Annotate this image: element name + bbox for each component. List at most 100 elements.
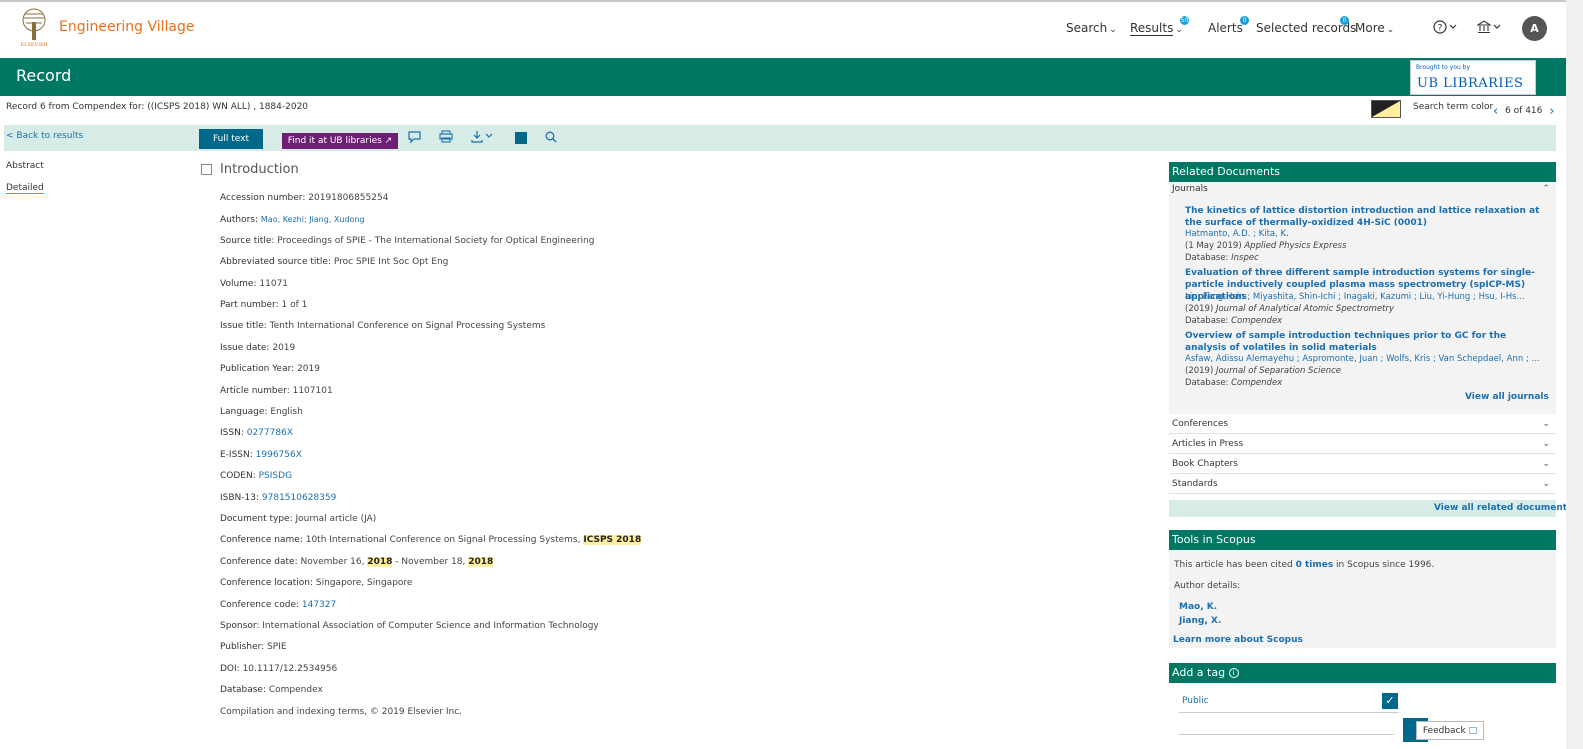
ub-libraries-logo[interactable]: Brought to you by UB LIBRARIES <box>1410 60 1536 95</box>
search-term-highlight: 2018 <box>367 557 393 567</box>
save-to-folder-icon[interactable] <box>515 132 527 144</box>
related-doc-authors[interactable]: Hatmanto, A.D. ; Kita, K. <box>1185 229 1545 239</box>
elsevier-tree-logo[interactable]: ELSEVIER <box>16 8 52 48</box>
download-icon[interactable] <box>471 130 497 143</box>
related-doc-source: (2019) Journal of Analytical Atomic Spec… <box>1185 304 1395 314</box>
scopus-author-link[interactable]: Mao, K. <box>1179 602 1217 612</box>
next-record-icon[interactable]: › <box>1549 104 1554 119</box>
search-term-highlight: ICSPS 2018 <box>583 535 642 545</box>
field-part-number: Part number: 1 of 1 <box>220 300 308 310</box>
field-database: Database: Compendex <box>220 685 323 695</box>
field-abbr-source: Abbreviated source title: Proc SPIE Int … <box>220 257 449 267</box>
cited-times-link[interactable]: 0 times <box>1296 560 1334 570</box>
feedback-button[interactable]: Feedback □ <box>1416 721 1484 740</box>
field-publication-year: Publication Year: 2019 <box>220 364 320 374</box>
field-conference-location: Conference location: Singapore, Singapor… <box>220 578 413 588</box>
checkmark-icon[interactable]: ✓ <box>1382 693 1398 709</box>
field-eissn: E-ISSN: 1996756X <box>220 450 302 460</box>
results-count-badge: 50 <box>1180 16 1189 25</box>
svg-text:ELSEVIER: ELSEVIER <box>20 42 47 48</box>
scopus-cited-text: This article has been cited 0 times in S… <box>1174 560 1435 570</box>
field-isbn: ISBN-13: 9781510628359 <box>220 493 337 503</box>
field-authors: Authors: Mao, Kezhi; Jiang, Xudong <box>220 215 365 225</box>
page-title: Record <box>16 66 72 85</box>
user-avatar[interactable]: A <box>1522 16 1547 41</box>
related-doc-authors[interactable]: Lin, Fang-Hsin ; Miyashita, Shin-Ichi ; … <box>1185 292 1545 302</box>
issn-link[interactable]: 0277786X <box>247 428 293 438</box>
coden-link[interactable]: PSISDG <box>259 471 292 481</box>
related-doc-title[interactable]: Overview of sample introduction techniqu… <box>1185 330 1545 354</box>
field-conference-date: Conference date: November 16, 2018 - Nov… <box>220 557 494 567</box>
page-scrollbar[interactable] <box>1566 0 1583 749</box>
institution-icon[interactable] <box>1477 20 1503 34</box>
related-doc-database: Database: Compendex <box>1185 378 1283 388</box>
field-document-type: Document type: Journal article (JA) <box>220 514 377 524</box>
field-source-title: Source title: Proceedings of SPIE - The … <box>220 236 595 246</box>
book-chapters-accordion[interactable]: Book Chapters ⌄ <box>1169 454 1556 474</box>
learn-more-scopus-link[interactable]: Learn more about Scopus <box>1173 635 1303 645</box>
record-pager: ‹ 6 of 416 › <box>1493 104 1554 119</box>
related-doc-authors[interactable]: Asfaw, Adissu Alemayehu ; Aspromonte, Ju… <box>1185 354 1545 364</box>
chevron-down-icon: ⌄ <box>1542 419 1550 429</box>
nav-results[interactable]: Results ⌄ <box>1130 21 1183 36</box>
field-sponsor: Sponsor: International Association of Co… <box>220 621 599 631</box>
chevron-up-icon: ⌃ <box>1542 184 1550 194</box>
top-header: ELSEVIER Engineering Village Search ⌄ Res… <box>0 0 1583 58</box>
authors-link[interactable]: Mao, Kezhi; Jiang, Xudong <box>261 215 365 224</box>
print-icon[interactable] <box>439 130 453 143</box>
divider <box>1179 734 1394 735</box>
select-record-checkbox[interactable] <box>201 164 212 175</box>
find-it-button[interactable]: Find it at UB libraries ↗ <box>282 133 398 149</box>
conferences-accordion[interactable]: Conferences ⌄ <box>1169 414 1556 434</box>
help-icon[interactable]: ? <box>1433 20 1459 34</box>
isbn-link[interactable]: 9781510628359 <box>262 493 336 503</box>
tab-detailed[interactable]: Detailed <box>6 183 44 194</box>
search-term-color-label: Search term color <box>1413 102 1494 112</box>
comment-icon[interactable] <box>408 131 421 143</box>
comment-icon: □ <box>1468 726 1478 736</box>
related-documents-heading: Related Documents <box>1169 162 1556 182</box>
chevron-down-icon: ⌄ <box>1542 439 1550 449</box>
record-search-summary: Record 6 from Compendex for: ((ICSPS 201… <box>6 102 309 112</box>
nav-more[interactable]: More ⌄ <box>1355 21 1394 35</box>
field-doi: DOI: 10.1117/12.2534956 <box>220 664 338 674</box>
field-accession: Accession number: 20191806855254 <box>220 193 389 203</box>
related-doc-database: Database: Compendex <box>1185 316 1283 326</box>
record-position: 6 of 416 <box>1505 106 1543 116</box>
view-all-journals-link[interactable]: View all journals <box>1465 392 1549 402</box>
scopus-author-link[interactable]: Jiang, X. <box>1179 616 1221 626</box>
field-publisher: Publisher: SPIE <box>220 642 287 652</box>
previous-record-icon[interactable]: ‹ <box>1493 104 1498 119</box>
related-doc-database: Database: Inspec <box>1185 253 1259 263</box>
field-coden: CODEN: PSISDG <box>220 471 293 481</box>
eissn-link[interactable]: 1996756X <box>256 450 302 460</box>
field-issn: ISSN: 0277786X <box>220 428 293 438</box>
chevron-down-icon: ⌄ <box>1386 25 1395 35</box>
field-issue-title: Issue title: Tenth International Confere… <box>220 321 546 331</box>
nav-search[interactable]: Search ⌄ <box>1066 21 1117 35</box>
related-doc-title[interactable]: The kinetics of lattice distortion intro… <box>1185 205 1545 229</box>
info-icon[interactable]: i <box>1228 668 1239 678</box>
search-icon[interactable] <box>545 131 557 143</box>
divider <box>1179 712 1399 713</box>
alerts-count-badge: 0 <box>1240 16 1249 25</box>
tab-abstract[interactable]: Abstract <box>6 161 44 171</box>
chevron-down-icon: ⌄ <box>1175 25 1183 35</box>
tag-visibility-select[interactable]: Public <box>1182 696 1209 706</box>
selected-count-badge: 0 <box>1340 16 1349 25</box>
back-to-results-link[interactable]: < Back to results <box>6 131 83 141</box>
record-title-band: Record <box>0 58 1566 96</box>
tools-in-scopus-heading: Tools in Scopus <box>1169 530 1556 550</box>
search-term-highlight: 2018 <box>468 557 494 567</box>
field-conference-code: Conference code: 147327 <box>220 600 337 610</box>
standards-accordion[interactable]: Standards ⌄ <box>1169 474 1556 494</box>
search-term-color-swatch[interactable] <box>1371 100 1401 118</box>
journals-accordion[interactable]: Journals ⌃ <box>1169 184 1556 200</box>
articles-in-press-accordion[interactable]: Articles in Press ⌄ <box>1169 434 1556 454</box>
view-all-related-link[interactable]: View all related documents <box>1434 503 1572 513</box>
brand-link[interactable]: Engineering Village <box>59 19 194 35</box>
full-text-button[interactable]: Full text <box>199 129 263 149</box>
field-conference-name: Conference name: 10th International Conf… <box>220 535 642 545</box>
nav-alerts[interactable]: Alerts <box>1208 21 1243 35</box>
conference-code-link[interactable]: 147327 <box>302 600 336 610</box>
